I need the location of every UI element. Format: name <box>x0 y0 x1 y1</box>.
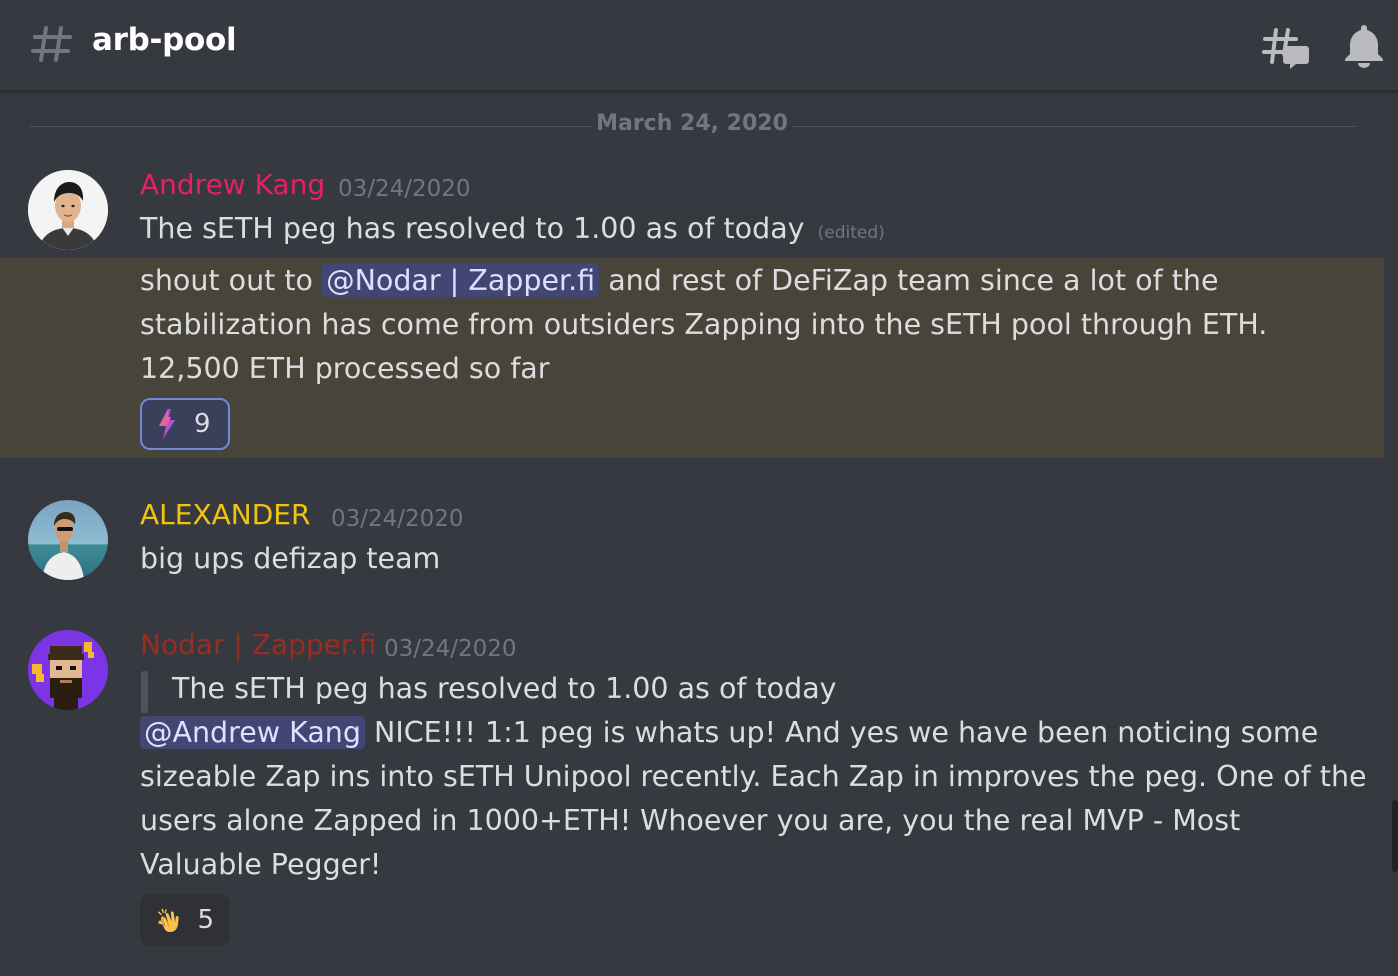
edited-label: (edited) <box>817 223 885 243</box>
message-author[interactable]: ALEXANDER <box>140 498 310 531</box>
reaction-button[interactable]: 5 <box>140 894 230 946</box>
message-content: NICE!!! 1:1 peg is whats up! And yes we … <box>374 716 1319 749</box>
avatar-alexander[interactable] <box>28 500 108 580</box>
channel-name: arb-pool <box>92 22 237 58</box>
message-author[interactable]: Andrew Kang <box>140 168 325 201</box>
avatar-nodar[interactable] <box>28 630 108 710</box>
message-content: Valuable Pegger! <box>140 848 382 881</box>
quoted-text: The sETH peg has resolved to 1.00 as of … <box>172 672 837 705</box>
reaction-count: 9 <box>194 409 211 439</box>
message-text: shout out to @Nodar | Zapper.fi and rest… <box>140 264 1218 297</box>
quote-bar <box>141 671 148 713</box>
divider-line-right <box>786 126 1356 127</box>
user-mention[interactable]: @Nodar | Zapper.fi <box>322 264 600 297</box>
message-content: and rest of DeFiZap team since a lot of … <box>608 264 1219 297</box>
message-timestamp: 03/24/2020 <box>384 636 517 662</box>
message-text: The sETH peg has resolved to 1.00 as of … <box>140 212 885 245</box>
message-content: 12,500 ETH processed so far <box>140 352 550 385</box>
avatar-andrew-kang[interactable] <box>28 170 108 250</box>
message-content: sizeable Zap ins into sETH Unipool recen… <box>140 760 1367 793</box>
reaction-button[interactable]: 9 <box>140 398 230 450</box>
message-content: big ups defizap team <box>140 542 441 575</box>
message-timestamp: 03/24/2020 <box>331 506 464 532</box>
message-content: stabilization has come from outsiders Za… <box>140 308 1268 341</box>
threads-icon[interactable] <box>1262 24 1310 70</box>
date-divider: March 24, 2020 <box>592 111 792 136</box>
message-author[interactable]: Nodar | Zapper.fi <box>140 628 376 661</box>
message-text: @Andrew Kang NICE!!! 1:1 peg is whats up… <box>140 716 1318 749</box>
reaction-count: 5 <box>197 905 214 935</box>
message-content: users alone Zapped in 1000+ETH! Whoever … <box>140 804 1241 837</box>
lightning-bolt-icon <box>159 409 175 439</box>
channel-header: arb-pool <box>0 0 1398 92</box>
message-content: shout out to <box>140 264 313 297</box>
user-mention[interactable]: @Andrew Kang <box>140 716 365 749</box>
message-content: The sETH peg has resolved to 1.00 as of … <box>140 212 805 245</box>
notification-bell-icon[interactable] <box>1342 22 1386 68</box>
divider-line-left <box>30 126 598 127</box>
message-timestamp: 03/24/2020 <box>338 176 471 202</box>
scrollbar-thumb[interactable] <box>1392 800 1398 872</box>
clapping-hands-icon <box>158 908 179 933</box>
channel-hash-icon <box>31 26 72 62</box>
